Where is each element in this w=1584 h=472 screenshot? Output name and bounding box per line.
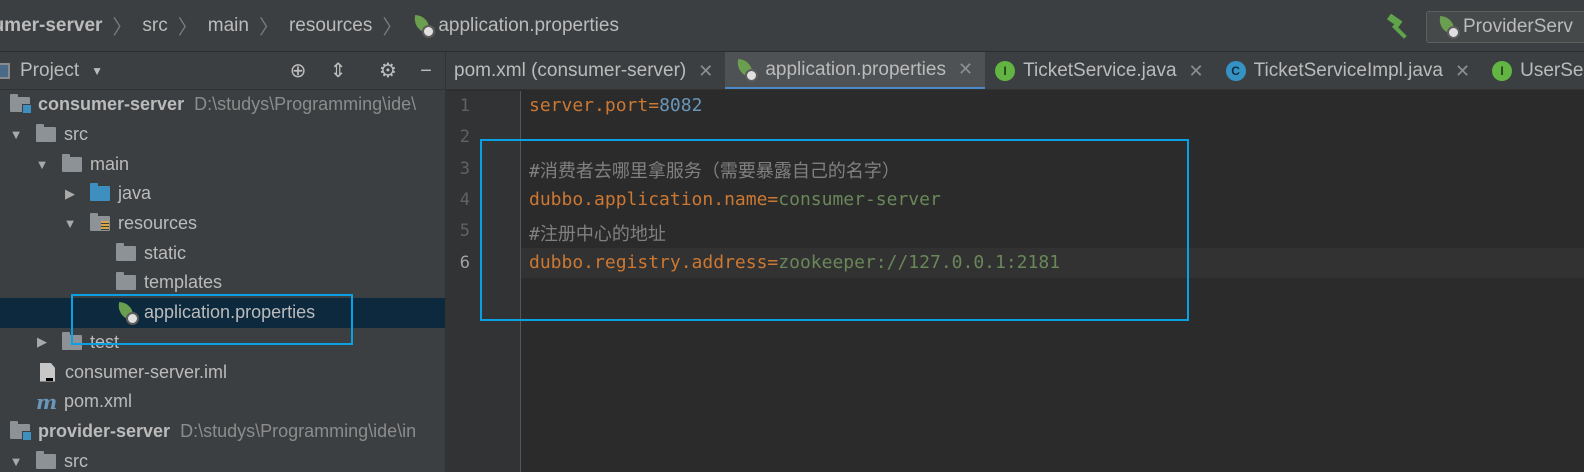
run-configuration-selector[interactable]: ProviderServ	[1426, 11, 1584, 43]
tree-item-path: D:\studys\Programming\ide\	[194, 94, 417, 115]
tree-item-label: main	[90, 153, 130, 174]
tree-item-label: provider-server	[38, 420, 171, 441]
expanded-arrow-icon[interactable]: ▼	[60, 216, 80, 231]
resources-folder-icon	[90, 213, 110, 232]
close-icon[interactable]: ✕	[1189, 61, 1204, 82]
run-configuration-label: ProviderServ	[1463, 16, 1573, 37]
interface-icon: I	[995, 61, 1016, 81]
hide-panel-icon[interactable]: −	[414, 60, 438, 82]
class-icon: C	[1225, 61, 1246, 81]
breadcrumb-item-main[interactable]: main	[208, 15, 249, 37]
breadcrumb-file-label: application.properties	[438, 14, 619, 36]
tab-user-service[interactable]: I UserSer	[1482, 52, 1584, 89]
tree-item-label: java	[118, 183, 152, 204]
folder-icon	[116, 242, 136, 261]
interface-icon: I	[1492, 61, 1513, 81]
locate-target-icon[interactable]: ⊕	[286, 60, 310, 82]
tree-item-label: templates	[144, 272, 223, 293]
close-icon[interactable]: ✕	[698, 61, 713, 82]
maven-icon: m	[36, 389, 58, 414]
tree-item-label: src	[64, 124, 88, 145]
navigation-bar: sumer-server 〉 src 〉 main 〉 resources 〉 …	[0, 0, 1584, 52]
tree-item-consumer-server-iml[interactable]: consumer-server.iml	[0, 357, 445, 387]
annotation-box-editor-config	[480, 139, 1189, 321]
editor-tabs: pom.xml (consumer-server) ✕ application.…	[446, 52, 1584, 90]
project-icon	[0, 62, 10, 79]
tree-item-consumer-server[interactable]: consumer-server D:\studys\Programming\id…	[0, 90, 445, 120]
close-icon[interactable]: ✕	[958, 59, 973, 80]
annotation-box-tree-file	[71, 294, 353, 345]
gear-icon[interactable]: ⚙	[376, 60, 400, 82]
folder-icon	[36, 124, 56, 143]
chevron-down-icon: ▼	[91, 63, 104, 78]
module-folder-icon	[10, 94, 32, 115]
tab-label: TicketService.java	[1023, 60, 1177, 81]
breadcrumb-item-src[interactable]: src	[142, 15, 167, 37]
tree-item-java[interactable]: ▶ java	[0, 179, 445, 209]
project-panel-title: Project	[20, 59, 80, 81]
tab-application-properties[interactable]: application.properties ✕	[725, 52, 986, 89]
line-number: 3	[459, 159, 470, 179]
breadcrumb-item-resources[interactable]: resources	[289, 15, 372, 37]
project-panel-header: Project ▼ ⊕ ⇕ ⚙ −	[0, 52, 445, 90]
tree-item-provider-src[interactable]: ▼ src	[0, 446, 445, 472]
collapsed-arrow-icon[interactable]: ▶	[32, 334, 52, 350]
source-folder-icon	[90, 183, 110, 202]
equals-sign: =	[648, 95, 660, 116]
tab-label: application.properties	[765, 58, 946, 80]
tab-pom-xml[interactable]: pom.xml (consumer-server) ✕	[446, 52, 725, 89]
build-hammer-icon[interactable]	[1384, 14, 1412, 40]
line-number: 5	[459, 221, 470, 241]
spring-leaf-icon	[735, 60, 759, 82]
tree-item-static[interactable]: static	[0, 238, 445, 268]
folder-icon	[62, 153, 82, 172]
tab-label: pom.xml (consumer-server)	[454, 60, 687, 81]
project-tree: consumer-server D:\studys\Programming\id…	[0, 90, 445, 472]
tree-item-label: static	[144, 242, 187, 263]
breadcrumb: sumer-server 〉 src 〉 main 〉 resources 〉 …	[0, 0, 619, 51]
project-panel: Project ▼ ⊕ ⇕ ⚙ − consumer-server D:\stu…	[0, 52, 446, 472]
tree-item-path: D:\studys\Programming\ide\in	[180, 420, 417, 441]
property-key: server.port	[529, 95, 649, 116]
expanded-arrow-icon[interactable]: ▼	[6, 454, 26, 469]
line-number: 4	[459, 190, 470, 210]
breadcrumb-separator: 〉	[382, 17, 403, 39]
tab-label: UserSer	[1520, 60, 1584, 81]
tab-ticket-service[interactable]: I TicketService.java ✕	[985, 52, 1216, 89]
folder-icon	[116, 272, 136, 291]
tab-label: TicketServiceImpl.java	[1253, 60, 1443, 81]
line-number: 1	[459, 96, 470, 116]
close-icon[interactable]: ✕	[1455, 61, 1470, 82]
tree-item-label: src	[64, 450, 88, 471]
breadcrumb-separator: 〉	[112, 17, 133, 39]
breadcrumb-item-project[interactable]: sumer-server	[0, 15, 102, 37]
tab-ticket-service-impl[interactable]: C TicketServiceImpl.java ✕	[1216, 52, 1482, 89]
expanded-arrow-icon[interactable]: ▼	[6, 127, 26, 142]
tree-item-src[interactable]: ▼ src	[0, 120, 445, 150]
project-view-selector[interactable]: Project ▼	[0, 60, 103, 82]
breadcrumb-item-file[interactable]: application.properties	[412, 14, 619, 38]
folder-icon	[36, 450, 56, 469]
tree-item-label: pom.xml	[64, 391, 133, 412]
breadcrumb-separator: 〉	[177, 17, 198, 39]
spring-leaf-icon	[1437, 17, 1460, 39]
tree-item-label: consumer-server	[38, 94, 185, 115]
code-line-1[interactable]: server.port=8082	[529, 95, 702, 116]
spring-leaf-icon	[412, 16, 436, 38]
breadcrumb-separator: 〉	[258, 17, 279, 39]
tree-item-resources[interactable]: ▼ resources	[0, 209, 445, 239]
tree-item-main[interactable]: ▼ main	[0, 149, 445, 179]
collapse-all-icon[interactable]: ⇕	[326, 60, 350, 82]
collapsed-arrow-icon[interactable]: ▶	[60, 186, 80, 202]
module-folder-icon	[10, 420, 32, 441]
property-value: 8082	[659, 95, 703, 116]
line-number-current: 6	[459, 253, 470, 273]
expanded-arrow-icon[interactable]: ▼	[32, 157, 52, 172]
tree-item-label: resources	[118, 213, 198, 234]
tree-item-label: consumer-server.iml	[65, 361, 228, 382]
tree-item-provider-server[interactable]: provider-server D:\studys\Programming\id…	[0, 417, 445, 447]
tree-item-pom-xml[interactable]: m pom.xml	[0, 387, 445, 417]
iml-file-icon	[40, 362, 55, 382]
line-number: 2	[459, 127, 470, 147]
